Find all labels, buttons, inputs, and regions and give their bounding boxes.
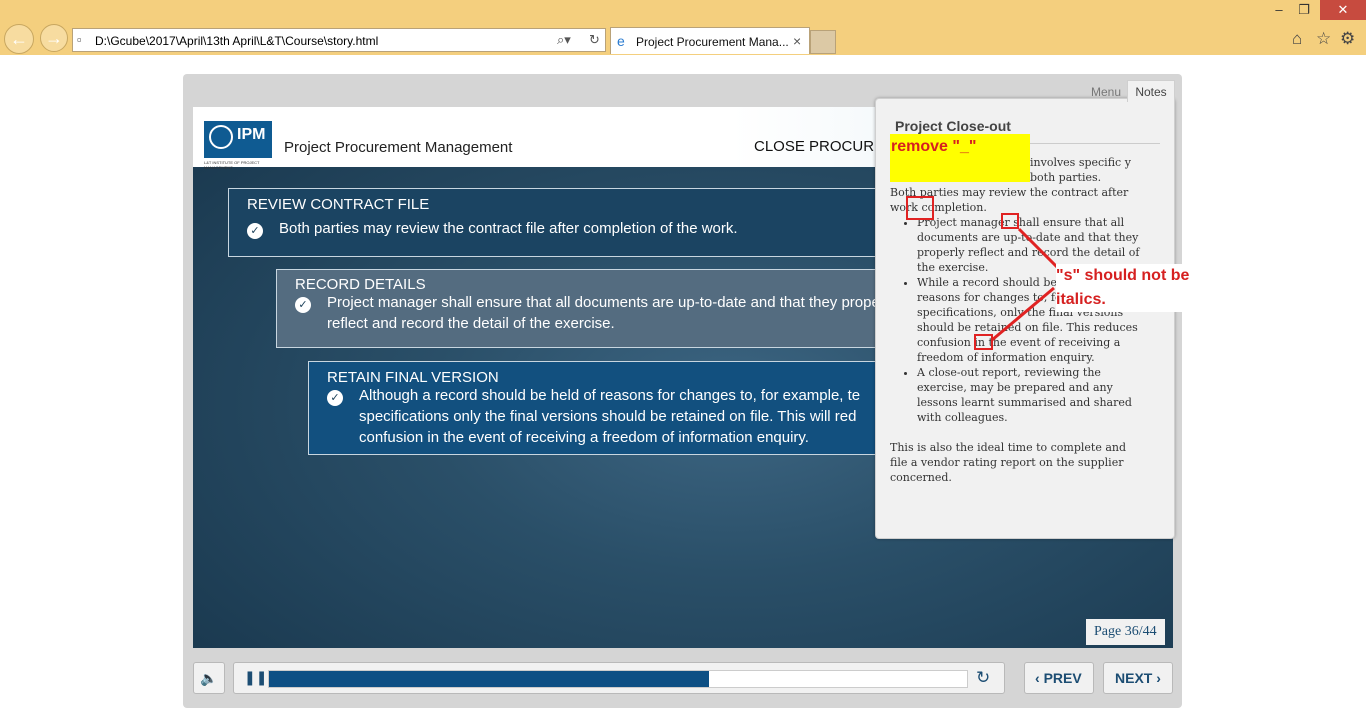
next-button[interactable]: NEXT ›	[1103, 662, 1173, 694]
chevron-right-icon: ›	[1156, 670, 1161, 686]
prev-label: PREV	[1043, 670, 1082, 686]
progress-fill	[269, 671, 709, 687]
pause-icon[interactable]: ❚❚	[244, 669, 267, 686]
page-indicator: Page 36/44	[1086, 619, 1165, 645]
prev-button[interactable]: ‹ PREV	[1024, 662, 1094, 694]
next-label: NEXT	[1115, 670, 1153, 686]
annotation-italics-note: "s" should not be italics.	[1056, 264, 1190, 312]
volume-icon[interactable]: 🔈	[193, 662, 225, 694]
chevron-left-icon: ‹	[1035, 670, 1040, 686]
replay-icon[interactable]: ↻	[976, 668, 990, 688]
